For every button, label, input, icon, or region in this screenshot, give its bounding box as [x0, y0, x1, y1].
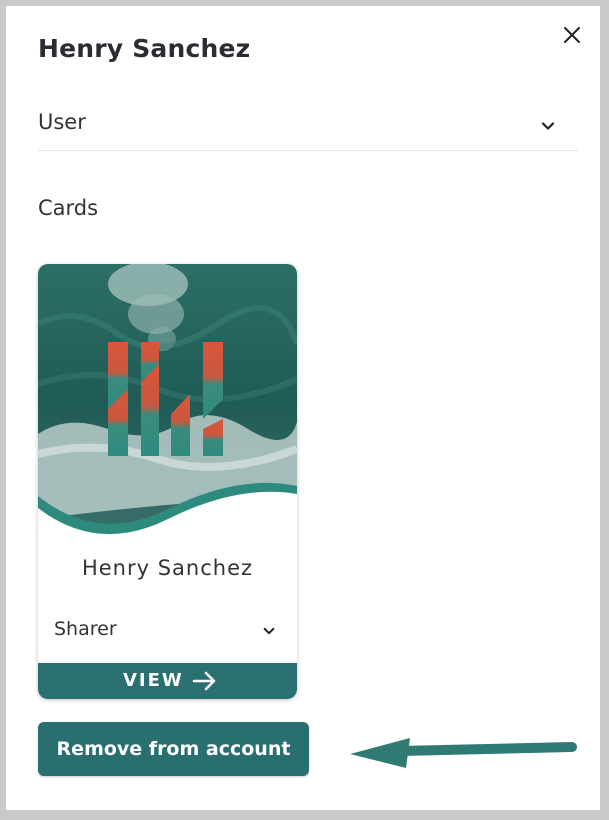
view-card-button[interactable]: VIEW [38, 663, 297, 699]
remove-from-account-button[interactable]: Remove from account [38, 722, 309, 776]
close-icon [564, 27, 580, 43]
role-select[interactable]: User [38, 102, 578, 151]
dialog-panel: Henry Sanchez User Cards Henry Sanchez S… [6, 6, 600, 810]
dialog-title: Henry Sanchez [38, 34, 251, 63]
chevron-down-icon [263, 627, 275, 635]
card-holder-name: Henry Sanchez [81, 556, 254, 580]
card-permission-select[interactable]: Sharer [54, 614, 282, 646]
view-button-label: VIEW [123, 670, 184, 691]
annotation-arrow-icon [350, 738, 577, 768]
cards-section-label: Cards [38, 196, 99, 220]
close-button[interactable] [560, 23, 584, 47]
chevron-down-icon [541, 122, 555, 130]
card-permission-value: Sharer [54, 618, 117, 640]
card-cover-image [38, 264, 297, 539]
user-card: Henry Sanchez Sharer VIEW [38, 264, 297, 699]
role-select-value: User [38, 110, 86, 134]
arrow-right-icon [192, 671, 216, 691]
